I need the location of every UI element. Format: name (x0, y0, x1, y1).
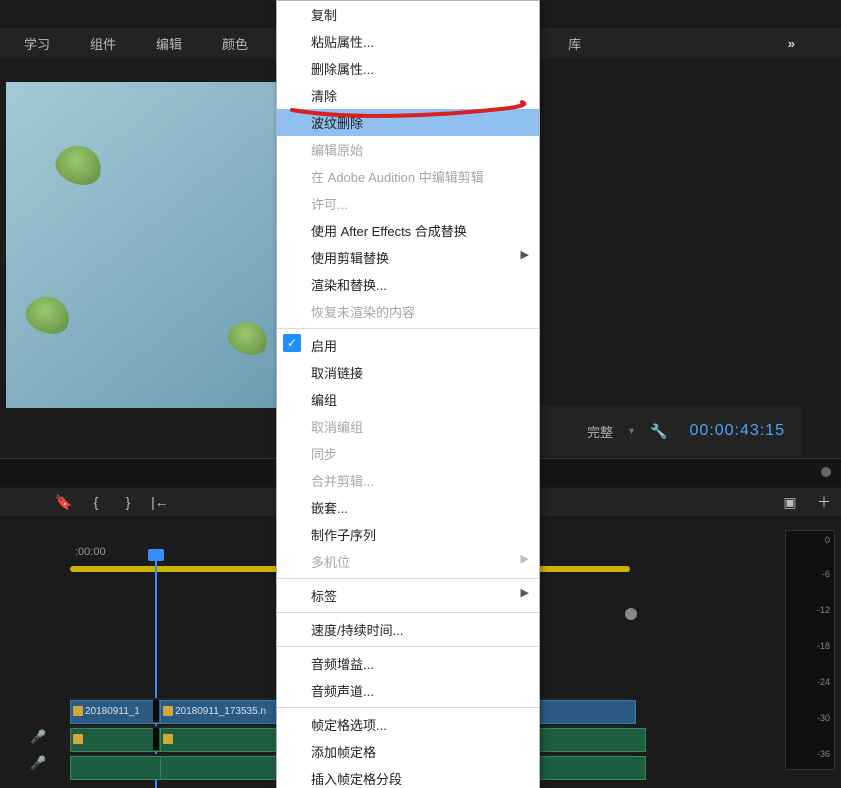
meter-tick: -30 (817, 713, 830, 723)
clip-context-menu: 复制粘贴属性...删除属性...清除波纹删除编辑原始在 Adobe Auditi… (276, 0, 540, 788)
fx-badge-icon (73, 734, 83, 744)
check-icon: ✓ (283, 334, 301, 352)
tab-learning[interactable]: 学习 (4, 34, 70, 53)
out-point-handle[interactable] (625, 608, 637, 620)
settings-icon[interactable]: 🔧 (650, 423, 667, 440)
context-menu-item[interactable]: 编组 (277, 386, 539, 413)
context-menu-separator (277, 646, 539, 647)
context-menu-item[interactable]: 清除 (277, 82, 539, 109)
context-menu-item[interactable]: 制作子序列 (277, 521, 539, 548)
clip-label: 20180911_1 (85, 706, 140, 717)
context-menu-item: 多机位▶ (277, 548, 539, 575)
tab-assembly[interactable]: 组件 (70, 34, 136, 53)
context-menu-item: 许可... (277, 190, 539, 217)
context-menu-item[interactable]: 帧定格选项... (277, 711, 539, 738)
context-menu-item[interactable]: 插入帧定格分段 (277, 765, 539, 788)
mic-icon[interactable]: 🎤 (30, 724, 46, 750)
clip-gap[interactable] (153, 700, 159, 722)
tab-color[interactable]: 颜色 (202, 34, 268, 53)
go-to-in-icon[interactable]: |← (144, 494, 176, 510)
preview-decoration (51, 139, 107, 190)
fx-badge-icon (163, 706, 173, 716)
context-menu-item[interactable]: 取消链接 (277, 359, 539, 386)
meter-tick: -6 (822, 569, 830, 579)
mark-in-icon[interactable]: { (80, 494, 112, 510)
context-menu-item[interactable]: 嵌套... (277, 494, 539, 521)
context-menu-item: 合并剪辑... (277, 467, 539, 494)
app-root: 学习 组件 编辑 颜色 库 » 完整 ▾ 🔧 00:00:43:15 🔖 { }… (0, 0, 841, 788)
context-menu-item: 恢复未渲染的内容 (277, 298, 539, 325)
context-menu-item[interactable]: 速度/持续时间... (277, 616, 539, 643)
audio-clip[interactable] (70, 756, 168, 780)
add-marker-icon[interactable]: 🔖 (48, 494, 80, 511)
context-menu-item[interactable]: 音频增益... (277, 650, 539, 677)
mic-icon[interactable]: 🎤 (30, 750, 46, 776)
context-menu-item[interactable]: 粘贴属性... (277, 28, 539, 55)
context-menu-item[interactable]: 波纹删除 (277, 109, 539, 136)
context-menu-separator (277, 612, 539, 613)
context-menu-item: 编辑原始 (277, 136, 539, 163)
track-header-column: 🎤 🎤 (30, 724, 46, 776)
context-menu-item[interactable]: 删除属性... (277, 55, 539, 82)
fx-badge-icon (163, 734, 173, 744)
context-menu-item[interactable]: 启用✓ (277, 332, 539, 359)
timeline-start-tc: :00:00 (75, 546, 106, 558)
mark-out-icon[interactable]: } (112, 494, 144, 510)
context-menu-item[interactable]: 使用 After Effects 合成替换 (277, 217, 539, 244)
preview-decoration (224, 316, 273, 360)
context-menu-item[interactable]: 标签▶ (277, 582, 539, 609)
meter-tick: -18 (817, 641, 830, 651)
meter-tick: -24 (817, 677, 830, 687)
clip-gap[interactable] (153, 728, 159, 750)
context-menu-item[interactable]: 音频声道... (277, 677, 539, 704)
tab-editing[interactable]: 编辑 (136, 34, 202, 53)
lift-icon[interactable]: ▣ (773, 494, 807, 511)
program-header: 完整 ▾ 🔧 00:00:43:15 (536, 406, 801, 456)
context-menu-item[interactable]: 渲染和替换... (277, 271, 539, 298)
submenu-arrow-icon: ▶ (521, 586, 529, 599)
context-menu-item: 同步 (277, 440, 539, 467)
meter-tick: 0 (825, 535, 830, 545)
zoom-select[interactable]: 完整 (587, 422, 613, 441)
submenu-arrow-icon: ▶ (521, 248, 529, 261)
meter-tick: -36 (817, 749, 830, 759)
fx-badge-icon (73, 706, 83, 716)
clip-label: 20180911_173535.n (175, 706, 266, 717)
meter-tick: -12 (817, 605, 830, 615)
submenu-arrow-icon: ▶ (521, 552, 529, 565)
context-menu-separator (277, 578, 539, 579)
tab-libraries[interactable]: 库 (548, 34, 601, 53)
sequence-timecode[interactable]: 00:00:43:15 (689, 422, 785, 440)
context-menu-separator (277, 328, 539, 329)
preview-decoration (21, 291, 75, 340)
audio-meter: 0 -6 -12 -18 -24 -30 -36 (785, 530, 835, 770)
context-menu-separator (277, 707, 539, 708)
button-editor-icon[interactable]: ＋ (807, 492, 841, 512)
context-menu-item[interactable]: 复制 (277, 1, 539, 28)
more-workspaces-icon[interactable]: » (768, 36, 817, 51)
chevron-down-icon[interactable]: ▾ (629, 426, 634, 437)
context-menu-item: 在 Adobe Audition 中编辑剪辑 (277, 163, 539, 190)
context-menu-item: 取消编组 (277, 413, 539, 440)
ruler-end-icon (821, 467, 831, 477)
context-menu-item[interactable]: 添加帧定格 (277, 738, 539, 765)
context-menu-item[interactable]: 使用剪辑替换▶ (277, 244, 539, 271)
program-monitor[interactable] (6, 82, 280, 408)
